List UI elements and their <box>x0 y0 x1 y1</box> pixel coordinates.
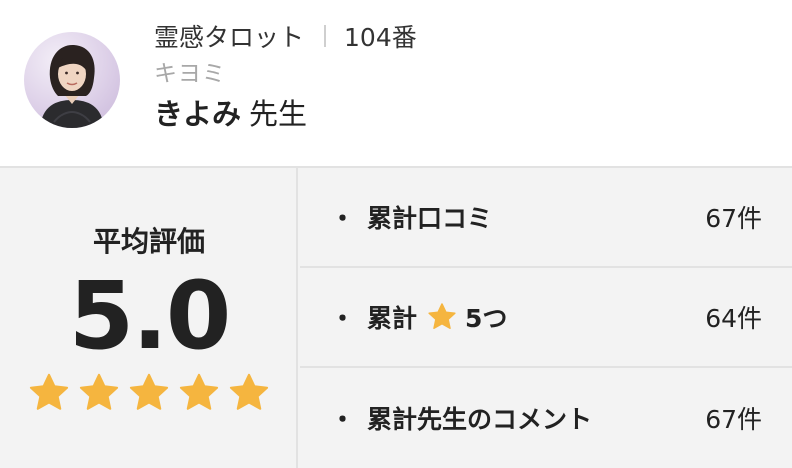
advisor-category: 霊感タロット <box>154 23 305 52</box>
advisor-name-kana: キヨミ <box>154 61 226 87</box>
stat-row: ・累計 5つ 64件 <box>300 268 792 368</box>
stat-label: ・累計 5つ <box>330 299 507 335</box>
stats-list: ・累計口コミ 67件・累計 5つ 64件・累計先生のコメント 67件 <box>300 168 792 468</box>
star-icon <box>129 373 169 410</box>
advisor-avatar[interactable] <box>24 32 120 128</box>
star-icon <box>29 373 69 410</box>
stat-label: ・累計先生のコメント <box>330 400 592 436</box>
advisor-portrait-icon <box>40 44 104 128</box>
average-rating-panel: 平均評価 5.0 <box>0 168 298 468</box>
stat-label-text: 累計 <box>367 304 418 333</box>
stat-label: ・累計口コミ <box>330 199 492 235</box>
advisor-name: きよみ <box>154 97 242 131</box>
star-icon <box>79 373 119 410</box>
stat-count: 67件 <box>705 405 762 434</box>
star-icon <box>229 373 269 410</box>
stat-label-text: 累計口コミ <box>367 204 493 233</box>
advisor-header: 霊感タロット 104番 キヨミ きよみ 先生 <box>0 0 792 168</box>
stat-count: 67件 <box>705 204 762 233</box>
advisor-category-line: 霊感タロット 104番 <box>154 16 417 56</box>
stat-row: ・累計先生のコメント 67件 <box>300 368 792 468</box>
advisor-honorific: 先生 <box>249 97 308 131</box>
star-icon <box>428 303 456 329</box>
bullet: ・ <box>330 405 356 434</box>
advisor-name-line: きよみ 先生 <box>154 92 417 136</box>
stat-label-suffix: 5つ <box>465 304 508 333</box>
divider <box>324 25 327 47</box>
bullet: ・ <box>330 304 356 333</box>
stat-row: ・累計口コミ 67件 <box>300 168 792 268</box>
advisor-number: 104番 <box>344 23 417 52</box>
advisor-info: 霊感タロット 104番 キヨミ きよみ 先生 <box>154 16 417 136</box>
review-stats: 平均評価 5.0 ・累計口コミ 67件・累計 5つ 64件・累計先生のコメント 67件 <box>0 168 792 468</box>
star-icon <box>179 373 219 410</box>
stat-label-text: 累計先生のコメント <box>367 405 593 434</box>
average-rating-label: 平均評価 <box>92 225 205 258</box>
rating-stars <box>28 372 270 414</box>
bullet: ・ <box>330 204 356 233</box>
average-rating-score: 5.0 <box>68 262 232 371</box>
stat-count: 64件 <box>705 304 762 333</box>
